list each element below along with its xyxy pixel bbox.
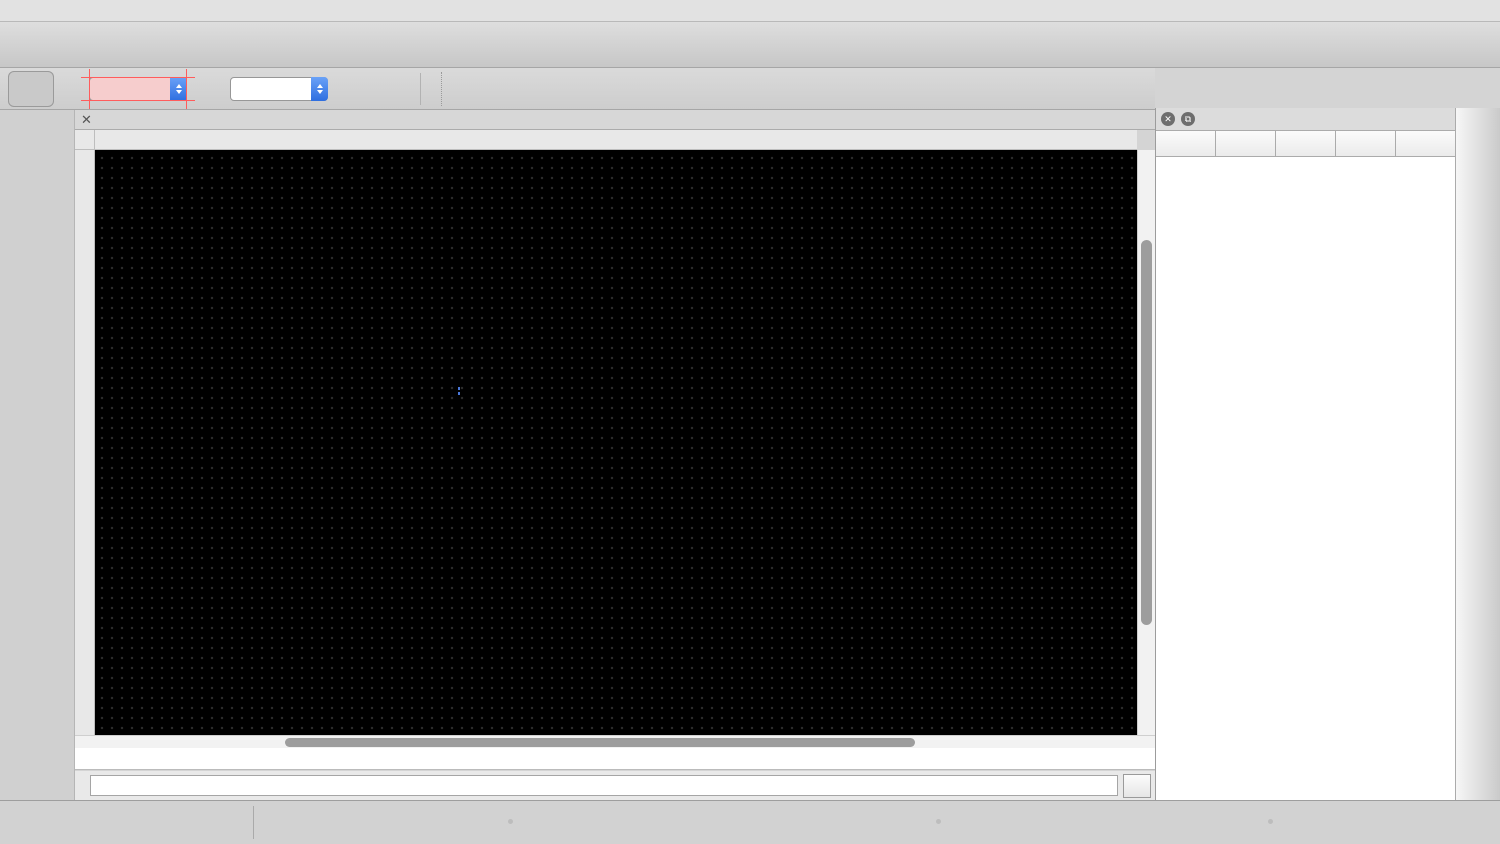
- vertical-ruler: [75, 150, 95, 735]
- command-history: [75, 748, 1155, 770]
- horizontal-scrollbar-thumb[interactable]: [285, 738, 915, 747]
- add-layer-button[interactable]: [1276, 131, 1336, 156]
- command-input-row: [75, 771, 1155, 800]
- keyboard-toggle-button[interactable]: [1123, 773, 1151, 798]
- rotation-value[interactable]: [90, 78, 170, 100]
- remove-layer-button[interactable]: [1336, 131, 1396, 156]
- layer-panel-header: ✕ ⧉: [1156, 108, 1455, 131]
- layer-panel: ✕ ⧉: [1155, 108, 1455, 800]
- drawing-entities: [95, 150, 1137, 735]
- horizontal-scrollbar[interactable]: [75, 735, 1155, 748]
- paste-tool-indicator: [8, 70, 54, 107]
- rotation-stepper[interactable]: [170, 76, 187, 101]
- ruler-corner: [75, 130, 95, 150]
- flip-horizontal-button[interactable]: [342, 73, 374, 105]
- panel-close-icon[interactable]: ✕: [1161, 112, 1175, 126]
- status-separator-dot: [1268, 819, 1273, 824]
- scale-stepper[interactable]: [311, 76, 328, 101]
- flip-vertical-button[interactable]: [378, 73, 410, 105]
- layer-panel-toolbar: [1156, 131, 1455, 157]
- document-tab-bar: ✕: [75, 110, 1155, 130]
- qcad-window: ✕ ✕ ⧉: [0, 0, 1500, 844]
- panel-float-icon[interactable]: ⧉: [1181, 112, 1195, 126]
- rotation-combo[interactable]: [81, 68, 195, 109]
- part-number-label[interactable]: [458, 387, 460, 395]
- vertical-scrollbar[interactable]: [1137, 150, 1155, 735]
- hide-all-layers-button[interactable]: [1216, 131, 1276, 156]
- scale-value[interactable]: [231, 78, 311, 100]
- status-separator-dot: [936, 819, 941, 824]
- panel-dock: [1455, 108, 1500, 800]
- scale-combo[interactable]: [230, 76, 328, 101]
- tab-close-icon[interactable]: ✕: [81, 112, 92, 128]
- main-toolbar: [0, 22, 1500, 68]
- position-input[interactable]: [90, 775, 1118, 796]
- edit-layer-button[interactable]: [1396, 131, 1455, 156]
- horizontal-ruler: [95, 130, 1137, 150]
- show-all-layers-button[interactable]: [1156, 131, 1216, 156]
- reset-options-button[interactable]: [452, 70, 492, 108]
- status-bar: [0, 800, 1500, 844]
- drawing-canvas[interactable]: [95, 150, 1137, 735]
- vertical-scrollbar-thumb[interactable]: [1141, 240, 1152, 625]
- snap-toolbar: [0, 110, 75, 800]
- menu-bar: [0, 0, 1500, 22]
- options-toolbar: [0, 68, 1155, 110]
- status-separator-dot: [508, 819, 513, 824]
